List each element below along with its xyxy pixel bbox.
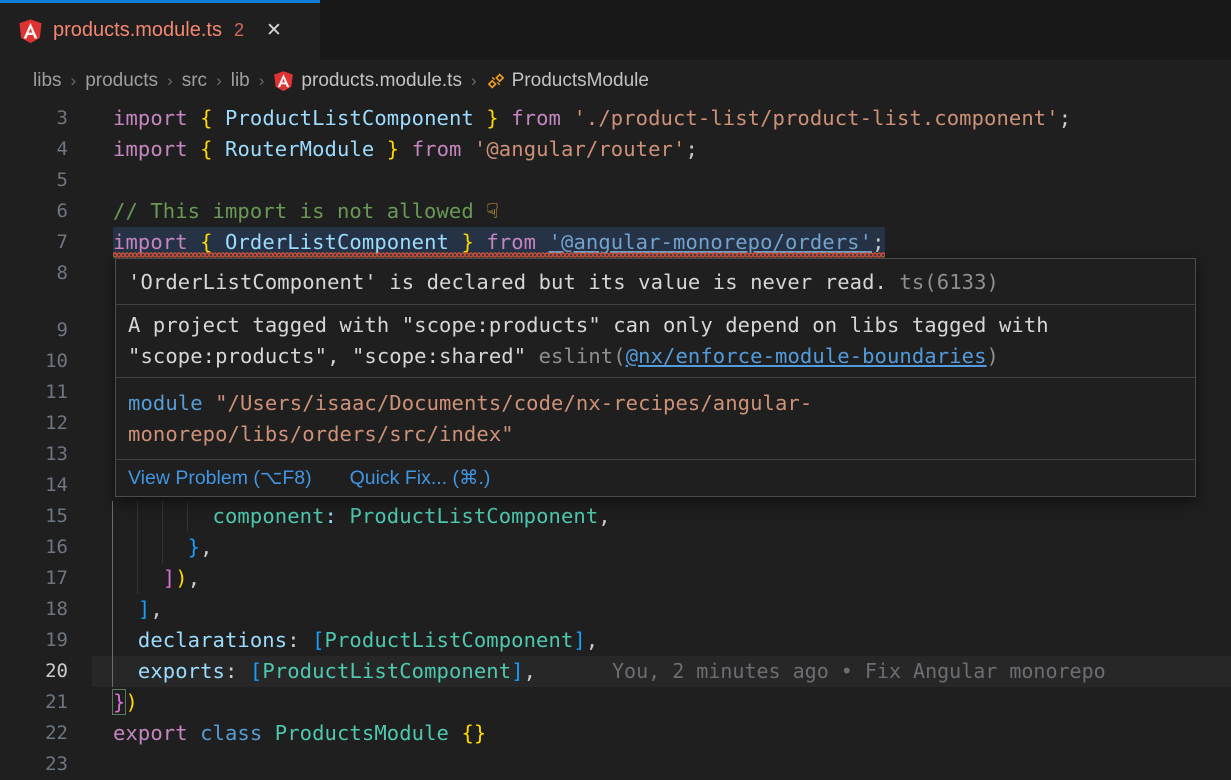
code-line-21[interactable]: 21}): [0, 687, 1231, 718]
code-text: component: ProductListComponent,: [113, 501, 611, 532]
chevron-right-icon: ›: [167, 71, 173, 91]
chevron-right-icon: ›: [216, 71, 222, 91]
quick-fix-button[interactable]: Quick Fix... (⌘.): [350, 466, 491, 490]
breadcrumb-item-file[interactable]: products.module.ts: [273, 70, 462, 92]
breadcrumb: libs › products › src › lib › products.m…: [0, 61, 1231, 100]
code-text: import { ProductListComponent } from './…: [113, 103, 1071, 134]
line-number-21: 21: [0, 687, 68, 718]
eslint-source-suffix: ): [987, 344, 999, 368]
code-text: export class ProductsModule {}: [113, 718, 486, 749]
code-line-20[interactable]: 20 exports: [ProductListComponent], You, …: [0, 656, 1231, 687]
line-number-9: 9: [0, 315, 68, 346]
vscode-window: products.module.ts 2 ✕ libs › products ›…: [0, 0, 1231, 780]
line-number-20: 20: [0, 656, 68, 687]
close-icon[interactable]: ✕: [266, 19, 282, 42]
line-number-14: 14: [0, 470, 68, 501]
code-text: declarations: [ProductListComponent],: [113, 625, 598, 656]
line-number-17: 17: [0, 563, 68, 594]
breadcrumb-item-src[interactable]: src: [182, 70, 207, 92]
eslint-source-prefix: eslint(: [539, 344, 626, 368]
module-keyword: module: [128, 391, 203, 415]
line-number-18: 18: [0, 594, 68, 625]
tab-title: products.module.ts: [53, 19, 222, 42]
code-line-18[interactable]: 18 ],: [0, 594, 1231, 625]
ts-diagnostic-source: ts(6133): [887, 270, 999, 294]
chevron-right-icon: ›: [71, 71, 77, 91]
tab-bar: products.module.ts 2 ✕: [0, 0, 1231, 61]
code-line-7[interactable]: 7import { OrderListComponent } from '@an…: [0, 227, 1231, 258]
git-blame-annotation: You, 2 minutes ago • Fix Angular monorep…: [612, 656, 1106, 687]
line-number-13: 13: [0, 439, 68, 470]
code-text: }): [113, 687, 138, 718]
code-line-16[interactable]: 16 },: [0, 532, 1231, 563]
breadcrumb-item-symbol[interactable]: ProductsModule: [486, 70, 649, 92]
code-text: },: [113, 532, 213, 563]
line-number-22: 22: [0, 718, 68, 749]
line-number-7: 7: [0, 227, 68, 258]
breadcrumb-symbol-label: ProductsModule: [512, 70, 649, 92]
module-path-line1: "/Users/isaac/Documents/code/nx-recipes/…: [203, 391, 813, 415]
tab-error-count-badge: 2: [234, 20, 244, 41]
line-number-15: 15: [0, 501, 68, 532]
code-line-23[interactable]: 23: [0, 749, 1231, 780]
module-path-line2: monorepo/libs/orders/src/index": [128, 422, 514, 446]
code-line-3[interactable]: 3 import { ProductListComponent } from '.…: [0, 103, 1231, 134]
eslint-message-line2: "scope:products", "scope:shared": [128, 344, 539, 368]
line-number-23: 23: [0, 749, 68, 780]
code-line-22[interactable]: 22 export class ProductsModule {}: [0, 718, 1231, 749]
tab-products-module[interactable]: products.module.ts 2 ✕: [0, 0, 320, 61]
angular-icon: [18, 18, 43, 44]
chevron-right-icon: ›: [471, 71, 477, 91]
line-number-4: 4: [0, 134, 68, 165]
code-text: ],: [113, 594, 163, 625]
hover-module-definition: module "/Users/isaac/Documents/code/nx-r…: [116, 378, 1195, 460]
line-number-5: 5: [0, 165, 68, 196]
line-number-6: 6: [0, 196, 68, 227]
line-number-10: 10: [0, 346, 68, 377]
hover-ts-diagnostic: 'OrderListComponent' is declared but its…: [116, 259, 1195, 305]
code-line-19[interactable]: 19 declarations: [ProductListComponent],: [0, 625, 1231, 656]
angular-icon: [273, 70, 294, 92]
class-icon: [486, 71, 506, 91]
code-line-15[interactable]: 15 component: ProductListComponent,: [0, 501, 1231, 532]
breadcrumb-item-lib[interactable]: lib: [231, 70, 250, 92]
code-line-17[interactable]: 17 ]),: [0, 563, 1231, 594]
line-number-19: 19: [0, 625, 68, 656]
code-text: ]),: [113, 563, 200, 594]
line-number-8: 8: [0, 258, 68, 289]
code-text: exports: [ProductListComponent],: [113, 656, 536, 687]
code-text: import { RouterModule } from '@angular/r…: [113, 134, 698, 165]
line-number-12: 12: [0, 408, 68, 439]
chevron-right-icon: ›: [259, 71, 265, 91]
line-number-3: 3: [0, 103, 68, 134]
hover-action-bar: View Problem (⌥F8) Quick Fix... (⌘.): [116, 460, 1195, 496]
view-problem-button[interactable]: View Problem (⌥F8): [128, 466, 312, 490]
hover-eslint-diagnostic: A project tagged with "scope:products" c…: [116, 305, 1195, 378]
eslint-message-line1: A project tagged with "scope:products" c…: [128, 313, 1049, 337]
code-text: // This import is not allowed ☟: [113, 196, 499, 227]
code-line-6[interactable]: 6 // This import is not allowed ☟: [0, 196, 1231, 227]
breadcrumb-item-products[interactable]: products: [85, 70, 158, 92]
line-number-16: 16: [0, 532, 68, 563]
breadcrumb-file-label: products.module.ts: [301, 70, 462, 92]
eslint-rule-link[interactable]: @nx/enforce-module-boundaries: [626, 344, 987, 368]
diagnostic-hover-popup: 'OrderListComponent' is declared but its…: [115, 258, 1196, 497]
breadcrumb-item-libs[interactable]: libs: [33, 70, 62, 92]
code-line-5[interactable]: 5: [0, 165, 1231, 196]
ts-diagnostic-message: 'OrderListComponent' is declared but its…: [128, 270, 887, 294]
code-line-4[interactable]: 4 import { RouterModule } from '@angular/…: [0, 134, 1231, 165]
line-number-11: 11: [0, 377, 68, 408]
